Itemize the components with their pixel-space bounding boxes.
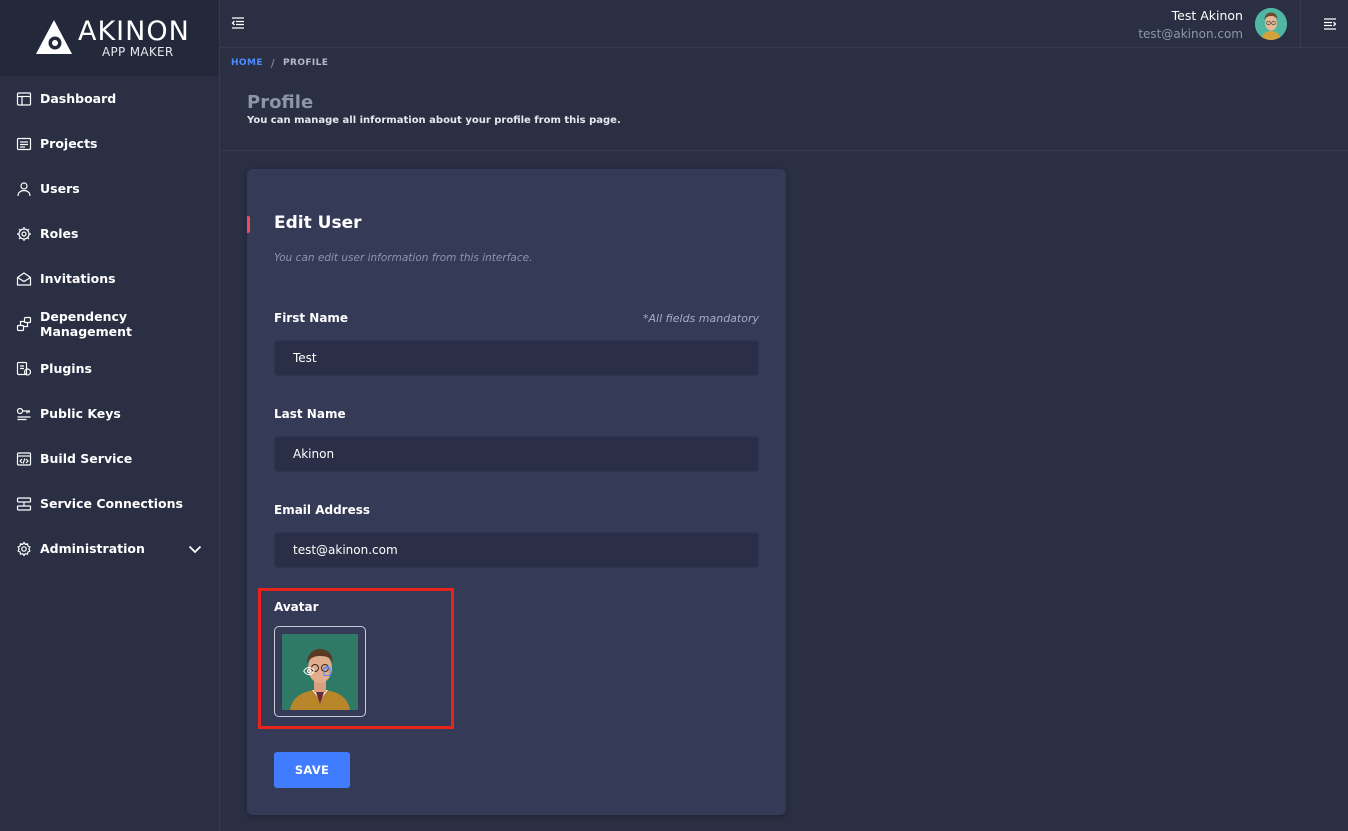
brand-name: AKINON — [78, 16, 190, 47]
gear-icon — [16, 540, 32, 557]
save-button[interactable]: SAVE — [274, 752, 350, 788]
sidebar-item-label: Users — [40, 181, 80, 196]
email-field[interactable] — [274, 532, 759, 568]
akinon-logo-icon — [36, 20, 72, 54]
topbar: Test Akinon test@akinon.com — [220, 0, 1348, 48]
avatar-actions — [303, 665, 333, 677]
projects-icon — [16, 136, 32, 152]
avatar[interactable] — [1255, 8, 1287, 40]
sidebar-item-label: Service Connections — [40, 496, 183, 511]
right-panel-toggle-icon[interactable] — [1322, 16, 1338, 32]
breadcrumb-separator: / — [270, 56, 275, 70]
dashboard-icon — [16, 91, 32, 107]
trash-icon[interactable] — [321, 665, 333, 677]
collapse-menu-icon[interactable] — [230, 15, 246, 31]
key-icon — [16, 406, 32, 422]
sidebar-item-label: Projects — [40, 136, 98, 151]
sidebar-item-label: Invitations — [40, 271, 116, 286]
sidebar-item-invitations[interactable]: Invitations — [0, 256, 219, 301]
sidebar-item-label: Administration — [40, 541, 145, 556]
connection-icon — [16, 496, 32, 512]
sidebar-item-service-connections[interactable]: Service Connections — [0, 481, 219, 526]
sidebar-item-label: Public Keys — [40, 406, 121, 421]
card-title-accent — [247, 216, 250, 233]
page-header: Profile You can manage all information a… — [220, 80, 1348, 151]
eye-icon[interactable] — [303, 665, 315, 677]
dependency-icon — [16, 316, 32, 332]
sidebar-item-label: Build Service — [40, 451, 133, 466]
sidebar-item-administration[interactable]: Administration — [0, 526, 219, 571]
code-icon — [16, 451, 32, 467]
sidebar: AKINON APP MAKER Dashboard Projects User… — [0, 0, 220, 831]
card-subtitle: You can edit user information from this … — [274, 252, 533, 264]
page-title: Profile — [247, 92, 314, 113]
breadcrumb: HOME / PROFILE — [231, 56, 328, 70]
sidebar-item-build-service[interactable]: Build Service — [0, 436, 219, 481]
sidebar-item-dashboard[interactable]: Dashboard — [0, 76, 219, 121]
email-label: Email Address — [274, 503, 371, 517]
first-name-label: First Name — [274, 311, 349, 325]
card-title: Edit User — [274, 213, 362, 233]
sidebar-item-label: Roles — [40, 226, 79, 241]
user-name: Test Akinon — [1171, 8, 1243, 23]
breadcrumb-home-link[interactable]: HOME — [231, 58, 263, 68]
user-email: test@akinon.com — [1138, 27, 1243, 41]
edit-user-card: Edit User You can edit user information … — [247, 169, 786, 815]
sidebar-item-label: Dashboard — [40, 91, 117, 106]
avatar-upload[interactable] — [274, 626, 366, 717]
brand-logo-area[interactable]: AKINON APP MAKER — [0, 0, 219, 76]
invitation-icon — [16, 271, 32, 287]
first-name-field[interactable] — [274, 340, 759, 376]
sidebar-item-label: Plugins — [40, 361, 92, 376]
page-subtitle: You can manage all information about you… — [247, 115, 621, 126]
last-name-label: Last Name — [274, 407, 346, 421]
last-name-field[interactable] — [274, 436, 759, 472]
mandatory-note: *All fields mandatory — [643, 312, 759, 325]
plugin-icon — [16, 361, 32, 377]
topbar-divider — [1300, 0, 1301, 48]
sidebar-item-plugins[interactable]: Plugins — [0, 346, 219, 391]
user-icon — [16, 181, 32, 197]
avatar-label: Avatar — [274, 600, 319, 614]
sidebar-item-dependency-management[interactable]: Dependency Management — [0, 301, 219, 346]
breadcrumb-current: PROFILE — [283, 58, 329, 68]
brand-sub: APP MAKER — [102, 45, 174, 59]
sidebar-item-roles[interactable]: Roles — [0, 211, 219, 256]
sidebar-item-public-keys[interactable]: Public Keys — [0, 391, 219, 436]
sidebar-item-label: Dependency Management — [40, 308, 133, 339]
user-info[interactable]: Test Akinon test@akinon.com — [1138, 7, 1243, 43]
roles-icon — [16, 226, 32, 242]
sidebar-item-users[interactable]: Users — [0, 166, 219, 211]
chevron-down-icon[interactable] — [187, 541, 203, 557]
sidebar-item-projects[interactable]: Projects — [0, 121, 219, 166]
sidebar-nav: Dashboard Projects Users Roles Invitatio… — [0, 76, 219, 571]
